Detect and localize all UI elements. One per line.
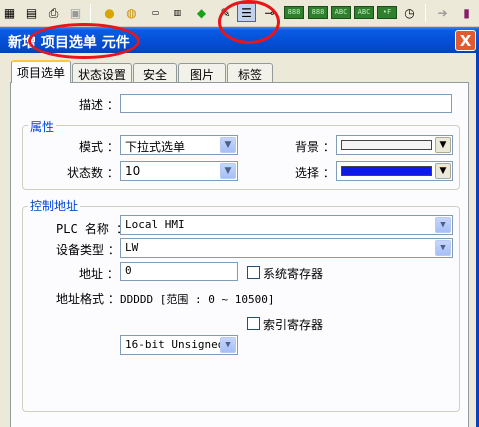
state-count-value: 10 xyxy=(125,164,141,178)
chevron-down-icon[interactable]: ▼ xyxy=(435,240,451,256)
chevron-down-icon[interactable]: ▼ xyxy=(435,163,451,179)
background-color-picker[interactable]: ▼ xyxy=(336,135,453,155)
background-label: 背景 ： xyxy=(295,140,335,154)
mode-label: 模式 ： xyxy=(79,140,119,154)
dialog-title: 新增 项目选单 元件 xyxy=(8,35,130,51)
plug-icon[interactable]: ⊸ xyxy=(260,3,279,22)
chevron-down-icon[interactable]: ▼ xyxy=(220,337,236,353)
pen-icon[interactable]: ✎ xyxy=(216,3,235,22)
plc-name-label: PLC 名称 ： xyxy=(56,222,129,236)
address-label: 地址 ： xyxy=(79,267,119,281)
chevron-down-icon[interactable]: ▼ xyxy=(220,163,236,179)
chevron-down-icon[interactable]: ▼ xyxy=(435,137,451,153)
control-address-group-title: 控制地址 xyxy=(28,197,81,214)
select-color-label: 选择 ： xyxy=(295,166,335,180)
state-count-select[interactable]: 10 ▼ xyxy=(120,161,238,181)
lcd-888-icon[interactable]: 888 xyxy=(308,6,328,19)
numeric-icon[interactable]: ▥ xyxy=(168,3,187,22)
chevron-down-icon[interactable]: ▼ xyxy=(220,137,236,153)
toolbar: ▦ ▤ ⎙ ▣ ● ◍ ▭ ▥ ◆ ✎ ☰ ⊸ 888 888 ABC ABC … xyxy=(0,0,479,27)
item-list-dialog: 新增 项目选单 元件 X 项目选单 状态设置 安全 图片 标签 描述 ： 属性 … xyxy=(0,27,479,427)
lamp-icon[interactable]: ◍ xyxy=(122,3,141,22)
data-type-value: 16-bit Unsigned xyxy=(125,338,225,351)
address-format-label: 地址格式 ： xyxy=(56,292,120,306)
close-button[interactable]: X xyxy=(455,30,476,51)
lcd-abc-icon[interactable]: ABC xyxy=(354,6,374,19)
plc-name-select[interactable]: Local HMI ▼ xyxy=(120,215,453,235)
data-type-select[interactable]: 16-bit Unsigned ▼ xyxy=(120,335,238,355)
tab-state-settings[interactable]: 状态设置 xyxy=(72,63,132,82)
device-type-label: 设备类型 ： xyxy=(56,243,120,257)
address-input[interactable]: 0 xyxy=(120,262,238,281)
lcd-abc-icon[interactable]: ABC xyxy=(331,6,351,19)
bulb-icon[interactable]: ● xyxy=(100,3,119,22)
index-register-checkbox[interactable] xyxy=(247,317,260,330)
system-register-label: 系统寄存器 xyxy=(263,267,324,281)
background-color-swatch xyxy=(341,140,432,150)
index-register-label: 索引寄存器 xyxy=(263,318,324,332)
mode-select[interactable]: 下拉式选单 ▼ xyxy=(120,135,238,155)
state-count-label: 状态数 ： xyxy=(67,166,119,180)
chevron-down-icon[interactable]: ▼ xyxy=(435,217,451,233)
system-register-checkbox[interactable] xyxy=(247,266,260,279)
lcd-888-icon[interactable]: 888 xyxy=(284,6,304,19)
arrow-icon[interactable]: ➔ xyxy=(433,3,452,22)
diamond-icon[interactable]: ◆ xyxy=(192,3,211,22)
tab-label[interactable]: 标签 xyxy=(227,63,273,82)
history-icon[interactable]: ▣ xyxy=(66,3,85,22)
device-type-value: LW xyxy=(125,241,139,254)
tab-item-list[interactable]: 项目选单 xyxy=(11,60,71,83)
attributes-group-title: 属性 xyxy=(28,118,57,135)
tab-security[interactable]: 安全 xyxy=(133,63,177,82)
description-input[interactable] xyxy=(120,94,452,113)
print-icon[interactable]: ⎙ xyxy=(44,3,63,22)
plc-name-value: Local HMI xyxy=(125,218,185,231)
table-icon[interactable]: ▦ xyxy=(0,3,19,22)
mode-value: 下拉式选单 xyxy=(125,140,186,154)
device-type-select[interactable]: LW ▼ xyxy=(120,238,453,258)
select-color-swatch xyxy=(341,166,432,176)
calendar-icon[interactable]: ▤ xyxy=(22,3,41,22)
option-list-icon[interactable]: ☰ xyxy=(237,3,256,22)
lcd-f-icon[interactable]: •F xyxy=(377,6,397,19)
dialog-titlebar[interactable]: 新增 项目选单 元件 X xyxy=(0,27,479,53)
toolbar-separator xyxy=(425,4,426,22)
tab-picture[interactable]: 图片 xyxy=(178,63,226,82)
select-color-picker[interactable]: ▼ xyxy=(336,161,453,181)
value-display-icon[interactable]: ▭ xyxy=(146,3,165,22)
address-format-value: DDDDD [范围 : 0 ~ 10500] xyxy=(120,293,275,306)
clock-icon[interactable]: ◷ xyxy=(400,3,419,22)
toolbar-separator xyxy=(90,4,91,22)
description-label: 描述 ： xyxy=(79,98,119,112)
book-icon[interactable]: ▮ xyxy=(457,3,476,22)
